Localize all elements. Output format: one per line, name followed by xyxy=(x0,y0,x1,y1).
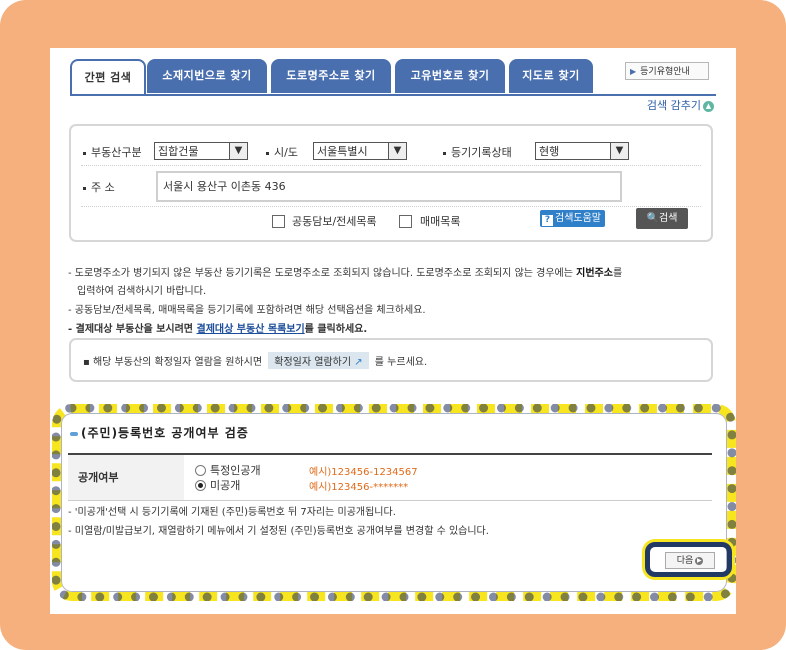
registry-type-guide-button[interactable]: ▶ 등기유형안내 xyxy=(625,62,709,80)
payment-list-link[interactable]: 결제대상 부동산 목록보기 xyxy=(197,324,305,335)
play-icon: ▶ xyxy=(630,67,637,76)
property-type-select[interactable]: 집합건물 ▼ xyxy=(154,142,248,160)
tab-road-address[interactable]: 도로명주소로 찾기 xyxy=(271,59,391,93)
fixed-date-note: ▪ 해당 부동산의 확정일자 열람을 원하시면 확정일자 열람하기 ↗ 를 누르… xyxy=(83,352,427,369)
highlight-verify-section xyxy=(52,404,736,601)
property-type-label: 부동산구분 xyxy=(83,144,142,160)
chevron-down-icon: ▼ xyxy=(229,143,247,159)
chevron-up-icon: ▲ xyxy=(703,100,714,112)
question-icon: ? xyxy=(542,215,553,226)
divider xyxy=(81,165,701,166)
tab-simple-search[interactable]: 간편 검색 xyxy=(70,59,146,95)
fixed-date-info-box: ▪ 해당 부동산의 확정일자 열람을 원하시면 확정일자 열람하기 ↗ 를 누르… xyxy=(69,338,713,382)
sales-list-checkbox[interactable] xyxy=(399,215,412,228)
hide-search-link[interactable]: 검색 감추기 ▲ xyxy=(647,97,714,113)
region-label: 시/도 xyxy=(266,144,298,160)
address-input[interactable]: 서울시 용산구 이촌동 436 xyxy=(156,171,622,202)
joint-collateral-checkbox[interactable] xyxy=(272,215,285,228)
region-select[interactable]: 서울특별시 ▼ xyxy=(313,142,407,160)
search-button[interactable]: 🔍검색 xyxy=(636,208,688,229)
search-form: 부동산구분 집합건물 ▼ 시/도 서울특별시 ▼ 등기기록상태 현행 ▼ 주 소 서울… xyxy=(69,124,713,242)
chevron-down-icon: ▼ xyxy=(610,143,628,159)
joint-collateral-label: 공동담보/전세목록 xyxy=(292,215,377,228)
tab-lot-number[interactable]: 소재지번으로 찾기 xyxy=(147,59,267,93)
note-option-check: - 공동담보/전세목록, 매매목록을 등기기록에 포함하려면 해당 선택옵션을 … xyxy=(68,305,426,316)
search-help-button[interactable]: ? 검색도움말 xyxy=(540,210,605,227)
tab-unique-number[interactable]: 고유번호로 찾기 xyxy=(395,59,505,93)
magnifier-icon: 🔍 xyxy=(646,213,660,224)
sales-list-label: 매매목록 xyxy=(420,215,461,228)
external-link-icon: ↗ xyxy=(354,357,363,368)
note-road-address-cont: 입력하여 검색하시기 바랍니다. xyxy=(77,286,207,297)
note-road-address: - 도로명주소가 병기되지 않은 부동산 등기기록은 도로명주소로 조회되지 않… xyxy=(68,268,623,279)
divider xyxy=(81,206,701,207)
fixed-date-view-button[interactable]: 확정일자 열람하기 ↗ xyxy=(268,352,369,369)
registry-status-label: 등기기록상태 xyxy=(443,144,512,160)
tab-map[interactable]: 지도로 찾기 xyxy=(509,59,593,93)
chevron-down-icon: ▼ xyxy=(388,143,406,159)
note-payment-list: - 결제대상 부동산을 보시려면 결제대상 부동산 목록보기를 클릭하세요. xyxy=(68,324,368,335)
address-label: 주 소 xyxy=(83,179,115,195)
tab-underline xyxy=(70,94,716,96)
registry-status-select[interactable]: 현행 ▼ xyxy=(535,142,629,160)
highlight-next-button xyxy=(645,542,732,577)
